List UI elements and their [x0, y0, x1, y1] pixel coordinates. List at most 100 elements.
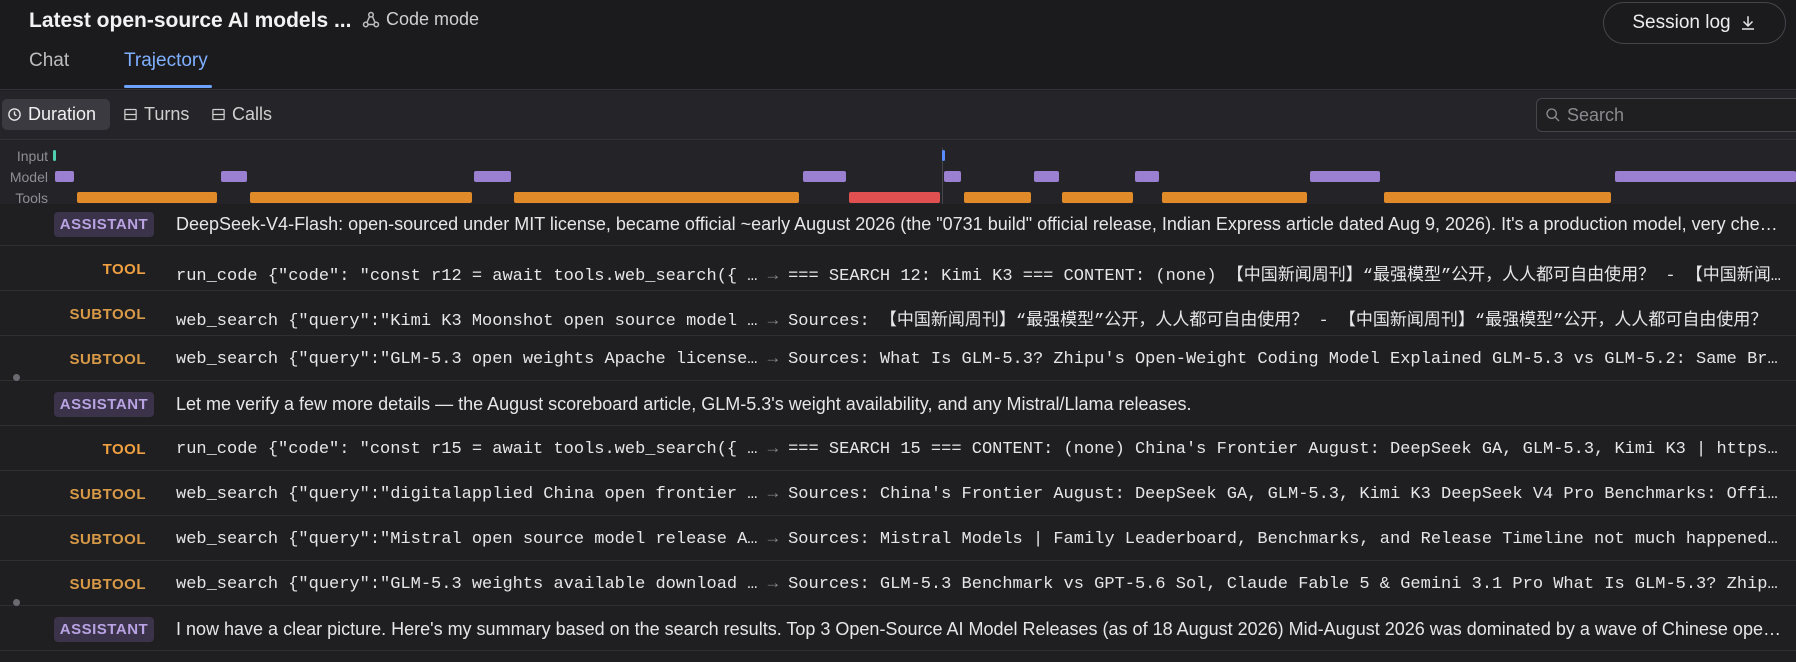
- timeline-tool-bar[interactable]: [1384, 192, 1611, 203]
- result-text: Sources: 【中国新闻周刊】“最强模型”公开，人人都可自由使用？ - 【中…: [788, 312, 1768, 331]
- search-input[interactable]: [1567, 104, 1787, 126]
- session-log-button[interactable]: Session log: [1603, 2, 1786, 44]
- row-text: run_code {"code": "const r15 = await too…: [176, 440, 1786, 459]
- trajectory-list: ASSISTANT DeepSeek-V4-Flash: open-source…: [0, 204, 1796, 662]
- call-text: web_search {"query":"Mistral open source…: [176, 530, 758, 549]
- search-box[interactable]: [1536, 98, 1796, 132]
- arrow-icon: →: [767, 440, 778, 459]
- result-text: Sources: China's Frontier August: DeepSe…: [788, 485, 1786, 504]
- assistant-badge: ASSISTANT: [54, 392, 154, 417]
- call-text: web_search {"query":"digitalapplied Chin…: [176, 485, 758, 504]
- list-item[interactable]: ASSISTANT DeepSeek-V4-Flash: open-source…: [0, 204, 1796, 246]
- timeline-tool-bar[interactable]: [964, 192, 1031, 203]
- toolbar: Duration Turns Calls: [0, 91, 1796, 140]
- assistant-badge: ASSISTANT: [54, 617, 154, 642]
- list-item[interactable]: SUBTOOL web_search {"query":"GLM-5.3 wei…: [0, 561, 1796, 606]
- code-mode-label: Code mode: [386, 9, 480, 29]
- subtool-badge: SUBTOOL: [69, 576, 146, 593]
- list-item[interactable]: SUBTOOL web_search {"query":"Mistral ope…: [0, 516, 1796, 561]
- timeline-label-input: Input: [16, 148, 48, 164]
- list-item[interactable]: ASSISTANT Let me verify a few more detai…: [0, 381, 1796, 426]
- call-text: web_search {"query":"GLM-5.3 open weight…: [176, 350, 758, 369]
- list-item[interactable]: SUBTOOL web_search {"query":"GLM-5.3 ope…: [0, 336, 1796, 381]
- call-text: run_code {"code": "const r12 = await too…: [176, 267, 758, 286]
- duration-toggle[interactable]: Duration: [2, 99, 110, 130]
- row-text: web_search {"query":"Mistral open source…: [176, 530, 1786, 549]
- call-text: web_search {"query":"Kimi K3 Moonshot op…: [176, 312, 758, 331]
- arrow-icon: →: [767, 485, 778, 504]
- subtool-badge: SUBTOOL: [69, 486, 146, 503]
- tab-chat[interactable]: Chat: [29, 50, 69, 72]
- row-text: web_search {"query":"GLM-5.3 open weight…: [176, 350, 1786, 369]
- timeline-model-bar[interactable]: [1615, 171, 1796, 182]
- list-icon: [124, 108, 137, 121]
- duration-label: Duration: [28, 104, 97, 124]
- result-text: Sources: GLM-5.3 Benchmark vs GPT-5.6 So…: [788, 575, 1786, 594]
- timeline-label-model: Model: [9, 169, 48, 185]
- tool-badge: TOOL: [102, 261, 146, 278]
- call-text: web_search {"query":"GLM-5.3 weights ava…: [176, 575, 758, 594]
- timeline-model-bar[interactable]: [1135, 171, 1159, 182]
- header: Latest open-source AI models ... Code mo…: [0, 0, 1796, 90]
- result-text: === SEARCH 15 === CONTENT: (none) China'…: [788, 440, 1786, 459]
- turn-dot: [13, 599, 20, 606]
- timeline-tool-error-bar[interactable]: [849, 192, 940, 203]
- tool-badge: TOOL: [102, 441, 146, 458]
- arrow-icon: →: [767, 312, 778, 331]
- row-text: run_code {"code": "const r12 = await too…: [176, 260, 1786, 286]
- result-text: === SEARCH 12: Kimi K3 === CONTENT: (non…: [788, 267, 1786, 286]
- list-item[interactable]: TOOL run_code {"code": "const r12 = awai…: [0, 246, 1796, 291]
- calls-toggle[interactable]: Calls: [206, 99, 277, 130]
- row-text: web_search {"query":"GLM-5.3 weights ava…: [176, 575, 1786, 594]
- row-text: web_search {"query":"Kimi K3 Moonshot op…: [176, 305, 1786, 331]
- turns-label: Turns: [144, 104, 190, 124]
- subtool-badge: SUBTOOL: [69, 531, 146, 548]
- timeline-tool-bar[interactable]: [250, 192, 472, 203]
- result-text: Sources: Mistral Models | Family Leaderb…: [788, 530, 1786, 549]
- arrow-icon: →: [767, 350, 778, 369]
- search-icon: [1546, 108, 1560, 122]
- subtool-badge: SUBTOOL: [69, 351, 146, 368]
- timeline-model-bar[interactable]: [1310, 171, 1380, 182]
- timeline-model-bar[interactable]: [474, 171, 511, 182]
- turns-toggle[interactable]: Turns: [118, 99, 194, 130]
- timeline-model-bar[interactable]: [55, 171, 74, 182]
- timeline-input-bar[interactable]: [53, 150, 56, 161]
- row-text: I now have a clear picture. Here's my su…: [176, 619, 1786, 639]
- arrow-icon: →: [767, 267, 778, 286]
- timeline-model-bar[interactable]: [944, 171, 961, 182]
- timeline-tool-bar[interactable]: [77, 192, 217, 203]
- session-log-label: Session log: [1632, 12, 1731, 33]
- calls-label: Calls: [232, 104, 273, 124]
- timeline-input-bar[interactable]: [942, 150, 945, 161]
- list-icon: [212, 108, 225, 121]
- active-tab-indicator: [124, 85, 212, 88]
- row-text: web_search {"query":"digitalapplied Chin…: [176, 485, 1786, 504]
- result-text: Sources: What Is GLM-5.3? Zhipu's Open-W…: [788, 350, 1786, 369]
- timeline-tool-bar[interactable]: [1062, 192, 1133, 203]
- assistant-badge: ASSISTANT: [54, 212, 154, 237]
- subtool-badge: SUBTOOL: [69, 306, 146, 323]
- tab-trajectory[interactable]: Trajectory: [124, 50, 208, 72]
- row-text: Let me verify a few more details — the A…: [176, 394, 1192, 414]
- timeline-tool-bar[interactable]: [514, 192, 799, 203]
- timeline[interactable]: Input Model Tools: [0, 141, 1796, 211]
- call-text: run_code {"code": "const r15 = await too…: [176, 440, 758, 459]
- download-icon: [1741, 16, 1754, 30]
- list-item[interactable]: SUBTOOL web_search {"query":"digitalappl…: [0, 471, 1796, 516]
- code-mode-icon: [362, 11, 380, 27]
- turn-dot: [13, 374, 20, 381]
- list-item[interactable]: SUBTOOL web_search {"query":"Kimi K3 Moo…: [0, 291, 1796, 336]
- timeline-tool-bar[interactable]: [1162, 192, 1307, 203]
- arrow-icon: →: [767, 575, 778, 594]
- timeline-model-bar[interactable]: [803, 171, 846, 182]
- page-title: Latest open-source AI models ...: [29, 9, 352, 32]
- list-item[interactable]: ASSISTANT I now have a clear picture. He…: [0, 606, 1796, 651]
- clock-icon: [8, 108, 21, 121]
- timeline-model-bar[interactable]: [221, 171, 247, 182]
- row-text: DeepSeek-V4-Flash: open-sourced under MI…: [176, 214, 1786, 234]
- arrow-icon: →: [767, 530, 778, 549]
- list-item[interactable]: TOOL run_code {"code": "const r15 = awai…: [0, 426, 1796, 471]
- code-mode-button[interactable]: Code mode: [362, 9, 479, 30]
- timeline-model-bar[interactable]: [1034, 171, 1059, 182]
